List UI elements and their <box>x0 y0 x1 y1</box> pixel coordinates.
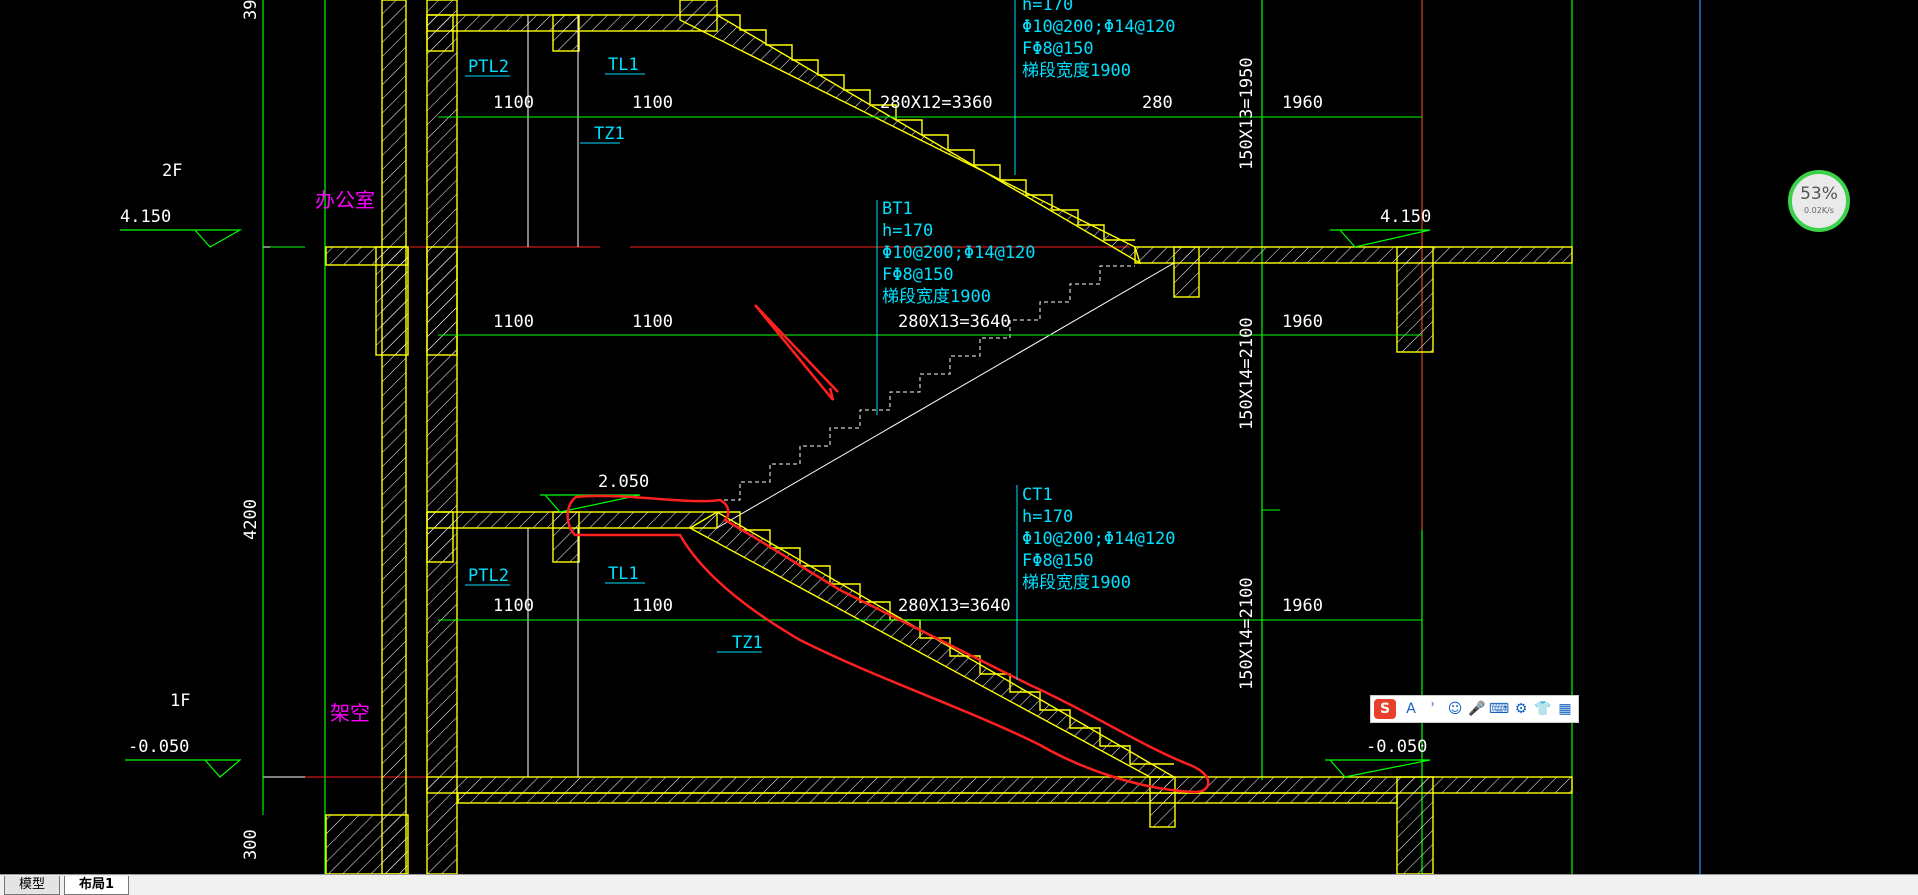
axis-lines <box>262 0 1701 874</box>
dim-r2-c: 280X13=3640 <box>898 312 1011 332</box>
vdim-bottom-left: 300 <box>241 829 261 860</box>
texts: 办公室 架空 2F 1F 4.150 4.150 2.050 -0.050 -0… <box>120 0 1431 860</box>
landings <box>426 14 718 563</box>
cad-drawing[interactable]: 办公室 架空 2F 1F 4.150 4.150 2.050 -0.050 -0… <box>0 0 1918 874</box>
floor-1f: 1F <box>170 691 190 711</box>
ime-mic-icon[interactable]: 🎤 <box>1466 701 1488 717</box>
ime-grid-icon[interactable]: ▦ <box>1554 701 1576 717</box>
stair-bt1-f: FΦ8@150 <box>882 265 954 285</box>
stair-ct1-f: FΦ8@150 <box>1022 551 1094 571</box>
level-right-top: 4.150 <box>1380 207 1431 227</box>
ime-settings-icon[interactable]: ⚙ <box>1510 701 1532 717</box>
ime-punct-icon[interactable]: ʾ <box>1422 701 1444 717</box>
stair-ct1-rebar: Φ10@200;Φ14@120 <box>1022 529 1176 549</box>
label-ptl2-top: PTL2 <box>468 57 509 77</box>
dim-r2-d: 1960 <box>1282 312 1323 332</box>
floor-slabs <box>426 246 1573 874</box>
label-tl1-top: TL1 <box>608 55 639 75</box>
dim-r3-d: 1960 <box>1282 596 1323 616</box>
layout-tabbar: 模型 布局1 <box>0 874 1918 895</box>
label-ptl2-bottom: PTL2 <box>468 566 509 586</box>
ime-logo-icon[interactable]: S <box>1374 699 1396 719</box>
dim-r2-a: 1100 <box>493 312 534 332</box>
tab-model[interactable]: 模型 <box>4 876 61 895</box>
floor-2f: 2F <box>162 161 182 181</box>
dim-r3-a: 1100 <box>493 596 534 616</box>
ime-keyboard-icon[interactable]: ⌨ <box>1488 701 1510 717</box>
vdim-right-mid: 150X14=2100 <box>1237 317 1257 430</box>
label-tl1-bottom: TL1 <box>608 564 639 584</box>
dim-r3-c: 280X13=3640 <box>898 596 1011 616</box>
ime-emoji-icon[interactable]: ☺ <box>1444 701 1466 717</box>
network-speed-badge[interactable]: 53% 0.02K/s <box>1788 170 1850 232</box>
dim-r3-b: 1100 <box>632 596 673 616</box>
dim-r1-c: 280X12=3360 <box>880 93 993 113</box>
dim-r2-b: 1100 <box>632 312 673 332</box>
net-percent: 53% <box>1800 184 1838 204</box>
stair-top-rebar: Φ10@200;Φ14@120 <box>1022 17 1176 37</box>
level-markers <box>120 229 1431 778</box>
ime-skin-icon[interactable]: 👕 <box>1532 701 1554 717</box>
dim-r1-e: 1960 <box>1282 93 1323 113</box>
vdim-mid-left: 4200 <box>241 499 261 540</box>
stair-ct1-name: CT1 <box>1022 485 1053 505</box>
stair-bt1-h: h=170 <box>882 221 933 241</box>
stair-ct1-h: h=170 <box>1022 507 1073 527</box>
dim-r1-d: 280 <box>1142 93 1173 113</box>
label-tz1-bottom: TZ1 <box>732 633 763 653</box>
level-left-bottom: -0.050 <box>128 737 189 757</box>
stair-top-f: FΦ8@150 <box>1022 39 1094 59</box>
stair-bt1-rebar: Φ10@200;Φ14@120 <box>882 243 1036 263</box>
vdim-top-left: 390 <box>241 0 261 20</box>
level-landing: 2.050 <box>598 472 649 492</box>
stair-top-width: 梯段宽度1900 <box>1022 61 1131 81</box>
label-tz1-top: TZ1 <box>594 124 625 144</box>
level-left-top: 4.150 <box>120 207 171 227</box>
white-leaders <box>263 15 579 778</box>
level-right-bottom: -0.050 <box>1366 737 1427 757</box>
vdim-right-top: 150X13=1950 <box>1237 57 1257 170</box>
tab-layout1[interactable]: 布局1 <box>64 876 130 895</box>
room-office: 办公室 <box>315 188 375 212</box>
ime-toolbar[interactable]: S A ʾ ☺ 🎤 ⌨ ⚙ 👕 ▦ <box>1370 695 1579 723</box>
stair-top-h: h=170 <box>1022 0 1073 15</box>
room-overhead: 架空 <box>330 701 370 725</box>
left-walls <box>325 0 458 874</box>
vdim-right-bottom: 150X14=2100 <box>1237 577 1257 690</box>
stair-bt1-name: BT1 <box>882 199 913 219</box>
net-speed: 0.02K/s <box>1804 206 1834 215</box>
stair-bt1-width: 梯段宽度1900 <box>882 287 991 307</box>
stair-ct1-width: 梯段宽度1900 <box>1022 573 1131 593</box>
ime-font-icon[interactable]: A <box>1400 701 1422 717</box>
dim-r1-b: 1100 <box>632 93 673 113</box>
dim-r1-a: 1100 <box>493 93 534 113</box>
